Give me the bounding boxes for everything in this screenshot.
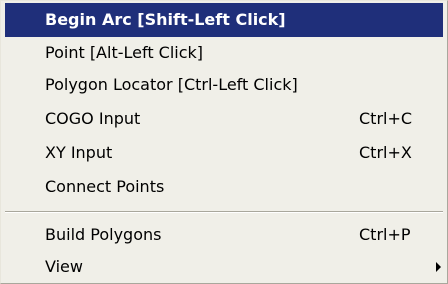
menu-item-cogo-input[interactable]: COGO Input Ctrl+C — [5, 103, 443, 135]
menu-item-xy-input[interactable]: XY Input Ctrl+X — [5, 137, 443, 169]
menu-item-label: XY Input — [45, 143, 113, 162]
menu-separator — [5, 211, 443, 213]
menu-item-label: Polygon Locator [Ctrl-Left Click] — [45, 75, 298, 94]
menu-item-connect-points[interactable]: Connect Points — [5, 171, 443, 203]
menu-item-label: View — [45, 257, 83, 276]
menu-item-begin-arc[interactable]: Begin Arc [Shift-Left Click] — [5, 3, 443, 37]
menu-item-shortcut: Ctrl+X — [359, 143, 412, 162]
submenu-arrow-icon — [436, 262, 441, 272]
menu-item-label: COGO Input — [45, 109, 141, 128]
menu-item-label: Point [Alt-Left Click] — [45, 43, 204, 62]
menu-item-build-polygons[interactable]: Build Polygons Ctrl+P — [5, 219, 443, 251]
menu-item-label: Connect Points — [45, 177, 165, 196]
menu-item-label: Begin Arc [Shift-Left Click] — [45, 10, 286, 29]
menu-item-view[interactable]: View — [5, 251, 443, 283]
menu-item-label: Build Polygons — [45, 225, 162, 244]
menu-item-shortcut: Ctrl+P — [359, 225, 411, 244]
context-menu: Begin Arc [Shift-Left Click] Point [Alt-… — [0, 0, 448, 284]
menu-item-polygon-locator[interactable]: Polygon Locator [Ctrl-Left Click] — [5, 69, 443, 101]
menu-item-shortcut: Ctrl+C — [359, 109, 413, 128]
menu-item-point[interactable]: Point [Alt-Left Click] — [5, 37, 443, 69]
